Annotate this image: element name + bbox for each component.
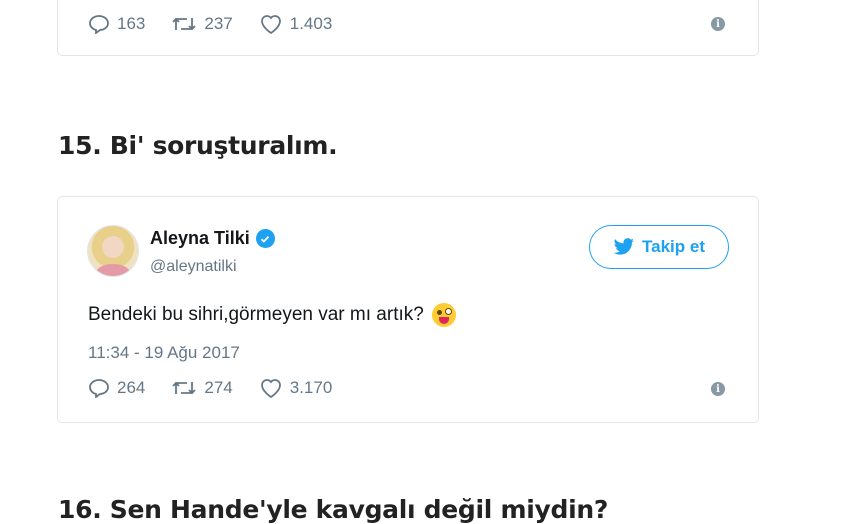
- tweet-card-previous: 163 237 1.403 i: [57, 0, 759, 56]
- section-heading: 16. Sen Hande'yle kavgalı değil miydin?: [58, 495, 609, 524]
- follow-label: Takip et: [642, 237, 705, 256]
- heart-icon: [260, 379, 281, 399]
- verified-badge-icon: [255, 229, 275, 248]
- heart-icon: [260, 15, 281, 35]
- avatar[interactable]: [87, 225, 139, 277]
- display-name[interactable]: Aleyna Tilki: [150, 228, 250, 249]
- user-handle[interactable]: @aleynatilki: [150, 258, 237, 276]
- tweet-timestamp[interactable]: 11:34 - 19 Ağu 2017: [88, 343, 240, 363]
- retweet-icon: [172, 17, 197, 31]
- like-button[interactable]: 3.170: [259, 377, 333, 399]
- retweet-button[interactable]: 237: [171, 14, 233, 34]
- retweet-button[interactable]: 274: [171, 378, 233, 398]
- winking-face-with-tongue-icon: [431, 303, 456, 327]
- info-icon[interactable]: i: [711, 382, 725, 396]
- info-icon[interactable]: i: [711, 17, 725, 31]
- retweet-count: 274: [204, 378, 233, 397]
- reply-button[interactable]: 163: [88, 14, 145, 34]
- follow-button[interactable]: Takip et: [589, 225, 729, 269]
- reply-button[interactable]: 264: [88, 378, 145, 398]
- tweet-card: Aleyna Tilki @aleynatilki Takip et Bende…: [57, 196, 759, 423]
- tweet-actions: 264 274 3.170: [88, 377, 358, 399]
- retweet-icon: [172, 381, 197, 395]
- like-count: 1.403: [289, 14, 333, 33]
- twitter-bird-icon: [613, 238, 634, 255]
- reply-count: 264: [117, 378, 146, 397]
- section-heading: 15. Bi' soruşturalım.: [58, 131, 338, 160]
- like-count: 3.170: [289, 378, 333, 397]
- reply-icon: [89, 379, 109, 398]
- like-button[interactable]: 1.403: [259, 13, 333, 35]
- tweet-actions: 163 237 1.403: [88, 13, 358, 35]
- reply-count: 163: [117, 14, 146, 33]
- tweet-body: Bendeki bu sihri,görmeyen var mı artık?: [88, 304, 424, 325]
- retweet-count: 237: [204, 14, 233, 33]
- reply-icon: [89, 15, 109, 34]
- tweet-text: Bendeki bu sihri,görmeyen var mı artık?: [88, 303, 456, 327]
- author-line: Aleyna Tilki: [150, 228, 275, 249]
